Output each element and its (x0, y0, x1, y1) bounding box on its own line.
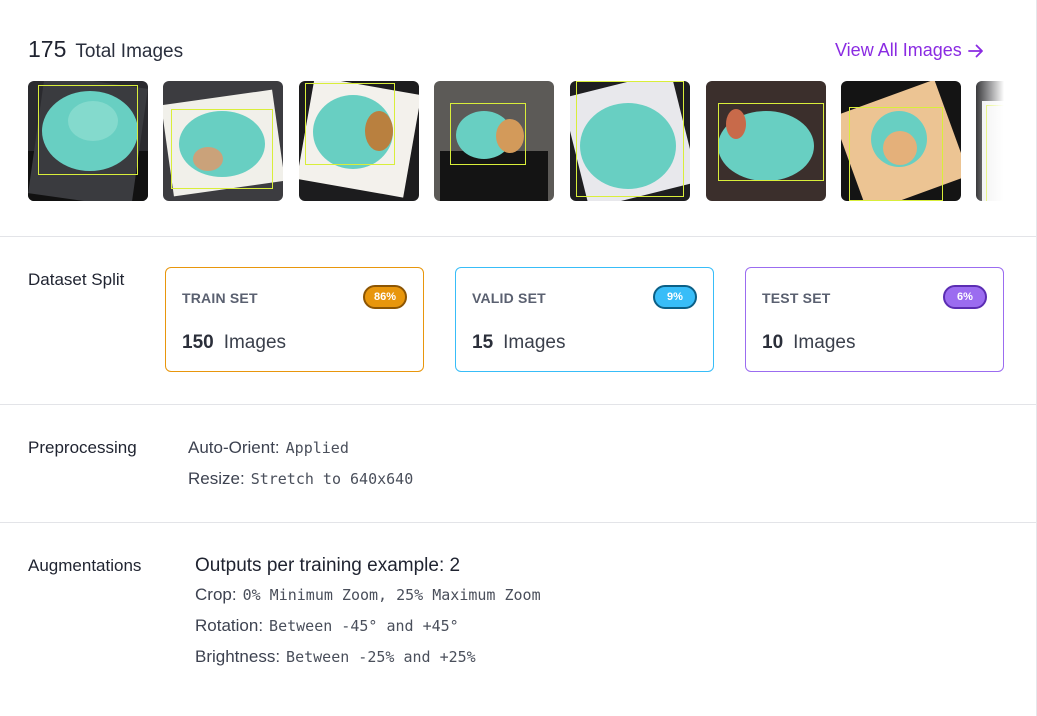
resize-key: Resize: (188, 469, 245, 488)
dataset-split-label: Dataset Split (28, 270, 125, 289)
view-all-images-link[interactable]: View All Images (835, 40, 984, 61)
image-thumbnail[interactable] (976, 81, 1004, 201)
section-divider (0, 236, 1036, 237)
preprocessing-resize: Resize: Stretch to 640x640 (188, 469, 413, 489)
train-set-count: 150 (182, 332, 214, 353)
valid-set-count: 15 (472, 332, 494, 353)
valid-set-percent-badge: 9% (653, 285, 697, 309)
image-thumbnail[interactable] (163, 81, 283, 201)
arrow-right-icon (967, 44, 983, 57)
total-images-heading: 175 Total Images (28, 36, 183, 63)
crop-value: 0% Minimum Zoom, 25% Maximum Zoom (242, 586, 541, 604)
image-thumbnail-strip (28, 81, 1004, 201)
augmentation-crop: Crop: 0% Minimum Zoom, 25% Maximum Zoom (195, 585, 541, 605)
preprocessing-auto-orient: Auto-Orient: Applied (188, 438, 349, 458)
augmentation-rotation: Rotation: Between -45° and +45° (195, 616, 459, 636)
auto-orient-key: Auto-Orient: (188, 438, 280, 457)
test-set-count: 10 (762, 332, 784, 353)
total-images-count: 175 (28, 36, 67, 62)
resize-value: Stretch to 640x640 (250, 470, 414, 488)
valid-set-card[interactable]: VALID SET 9% 15 Images (455, 267, 714, 372)
rotation-key: Rotation: (195, 616, 264, 635)
auto-orient-value: Applied (285, 439, 349, 457)
brightness-key: Brightness: (195, 647, 281, 666)
valid-set-unit: Images (503, 332, 566, 353)
test-set-unit: Images (793, 332, 856, 353)
test-set-percent-badge: 6% (943, 285, 987, 309)
rotation-value: Between -45° and +45° (269, 617, 459, 635)
image-thumbnail[interactable] (434, 81, 554, 201)
view-all-images-label: View All Images (835, 40, 962, 60)
image-thumbnail[interactable] (299, 81, 419, 201)
total-images-label: Total Images (75, 41, 184, 62)
image-thumbnail[interactable] (841, 81, 961, 201)
test-set-title: TEST SET (762, 290, 831, 306)
test-set-card[interactable]: TEST SET 6% 10 Images (745, 267, 1004, 372)
brightness-value: Between -25% and +25% (286, 648, 476, 666)
augmentations-label: Augmentations (28, 556, 142, 575)
outputs-per-example: Outputs per training example: 2 (195, 555, 461, 576)
train-set-percent-badge: 86% (363, 285, 407, 309)
image-thumbnail[interactable] (28, 81, 148, 201)
section-divider (0, 522, 1036, 523)
augmentation-brightness: Brightness: Between -25% and +25% (195, 647, 476, 667)
image-thumbnail[interactable] (570, 81, 690, 201)
preprocessing-label: Preprocessing (28, 438, 137, 457)
crop-key: Crop: (195, 585, 237, 604)
image-thumbnail[interactable] (706, 81, 826, 201)
train-set-card[interactable]: TRAIN SET 86% 150 Images (165, 267, 424, 372)
train-set-unit: Images (223, 332, 287, 353)
section-divider (0, 404, 1036, 405)
valid-set-title: VALID SET (472, 290, 546, 306)
train-set-title: TRAIN SET (182, 290, 258, 306)
